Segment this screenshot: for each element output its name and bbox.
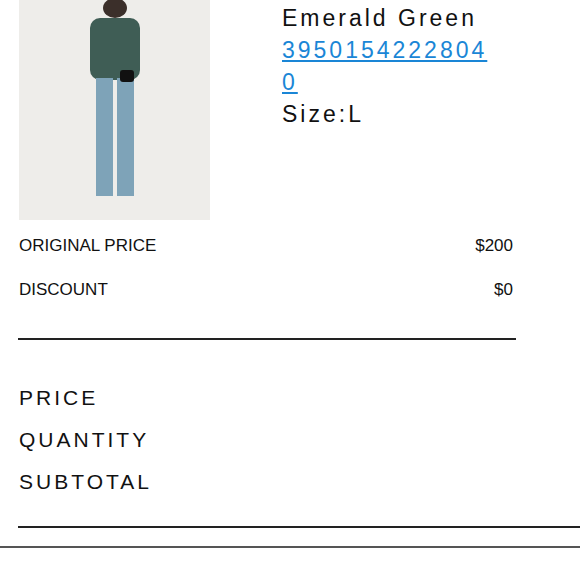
totals-label: SUBTOTAL xyxy=(19,470,580,500)
sku-link[interactable]: 39501542228040 xyxy=(282,34,490,98)
summary-value: $0 xyxy=(494,280,513,300)
model-figure-icon xyxy=(80,0,150,200)
summary-row: ORIGINAL PRICE $200 xyxy=(19,234,513,258)
summary-value: $200 xyxy=(475,236,513,256)
product-info: Emerald Green39501542228040Size:L xyxy=(282,0,490,220)
summary-label: ORIGINAL PRICE xyxy=(19,236,156,256)
divider xyxy=(18,526,580,528)
totals-list: PRICE QUANTITY SUBTOTAL xyxy=(0,340,580,500)
divider xyxy=(0,546,580,548)
size-label: Size:L xyxy=(282,98,490,130)
totals-label: QUANTITY xyxy=(19,428,580,458)
color-name: Emerald Green xyxy=(282,2,490,34)
divider xyxy=(18,338,516,340)
price-summary: ORIGINAL PRICE $200 DISCOUNT $0 xyxy=(0,220,580,302)
product-photo[interactable] xyxy=(19,0,210,220)
product-header: Emerald Green39501542228040Size:L xyxy=(0,0,580,220)
totals-label: PRICE xyxy=(19,386,580,416)
summary-row: DISCOUNT $0 xyxy=(19,278,513,302)
summary-label: DISCOUNT xyxy=(19,280,108,300)
